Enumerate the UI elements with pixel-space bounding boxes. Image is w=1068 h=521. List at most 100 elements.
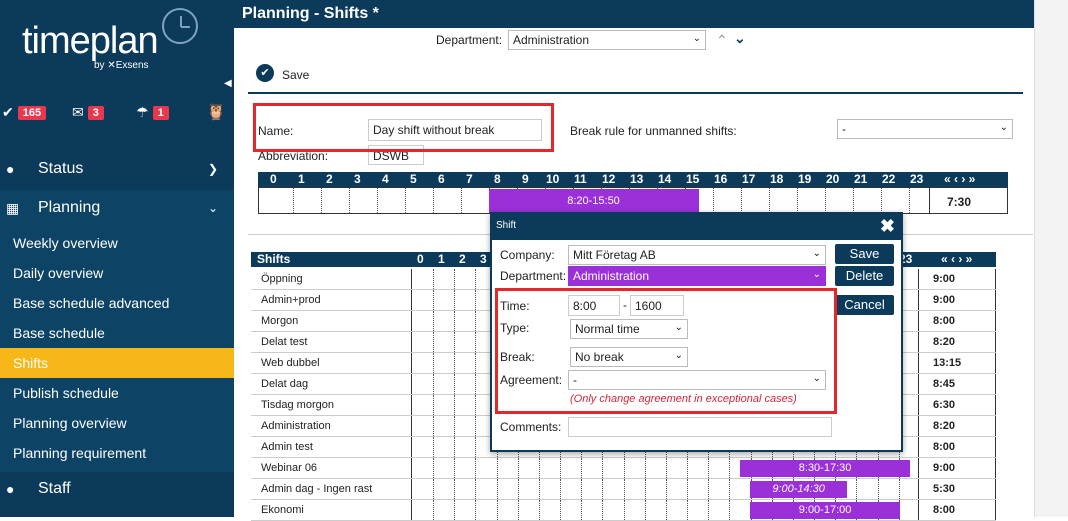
- grid-tick: [602, 500, 604, 520]
- tasks-count: 165: [17, 105, 47, 120]
- grid-tick: [475, 332, 477, 352]
- grid-tick: [475, 374, 477, 394]
- name-highlight: [253, 103, 554, 152]
- shift-total: 6:30: [933, 399, 956, 411]
- sidebar-item-base-schedule[interactable]: Base schedule: [0, 318, 234, 348]
- tasks-badge[interactable]: ✔ 165: [2, 104, 47, 121]
- sidebar-item-publish-schedule[interactable]: Publish schedule: [0, 378, 234, 408]
- table-row[interactable]: Ekonomi 9:00-17:00 8:00: [251, 500, 996, 521]
- timeline-header: 0 1 2 3 4 5 6 7 8 9 10 11 12 13 14 15 16 17 18 19 20 21 22 23 « …: [258, 172, 1008, 187]
- save-link[interactable]: Save: [282, 68, 309, 82]
- grid-tick: [729, 458, 731, 478]
- grid-tick: [475, 416, 477, 436]
- sidebar-status[interactable]: ● Status ❯: [0, 151, 234, 187]
- shift-total: 9:00: [933, 273, 956, 285]
- grid-tick: [433, 500, 435, 520]
- grid-tick: [454, 437, 456, 457]
- messages-badge[interactable]: ✉ 3: [72, 104, 104, 121]
- sidebar-item-planning-requirement[interactable]: Planning requirement: [0, 438, 234, 468]
- break-rule-select[interactable]: - ⌄: [837, 119, 1013, 139]
- sidebar-item-base-schedule-advanced[interactable]: Base schedule advanced: [0, 288, 234, 318]
- grid-tick: [475, 395, 477, 415]
- grid-tick: [433, 311, 435, 331]
- shift-bar[interactable]: 9:00-14:30: [750, 481, 847, 498]
- timeline-hour-label: 17: [742, 172, 756, 186]
- grid-tick: [708, 500, 710, 520]
- sidebar-item-shifts[interactable]: Shifts: [0, 348, 234, 378]
- timeline-tick: [321, 188, 322, 213]
- grid-tick: [517, 500, 519, 520]
- timeline-body[interactable]: 8:20-15:50 7:30: [258, 187, 1008, 214]
- next-department-icon[interactable]: ⌄: [734, 30, 746, 47]
- timeline-nav[interactable]: « ‹ › »: [944, 172, 975, 186]
- owl-icon[interactable]: 🦉: [206, 102, 226, 122]
- sidebar-staff[interactable]: ● Staff: [0, 471, 234, 507]
- collapse-sidebar-icon[interactable]: ◀: [224, 78, 232, 89]
- shift-total: 9:00: [933, 462, 956, 474]
- divider: [248, 92, 1023, 94]
- department-label: Department:: [436, 33, 503, 47]
- shift-grid: 8:30-17:30: [411, 458, 919, 478]
- department-value: Administration: [513, 33, 590, 47]
- grid-tick: [454, 332, 456, 352]
- shift-bar[interactable]: 9:00-17:00: [750, 502, 900, 519]
- shift-name: Tisdag morgon: [261, 399, 334, 411]
- timeline-tick: [797, 188, 798, 213]
- dialog-department-label: Department:: [500, 269, 567, 283]
- grid-tick: [665, 458, 667, 478]
- grid-tick: [560, 458, 562, 478]
- comments-input[interactable]: [568, 417, 832, 437]
- dialog-department-select[interactable]: Administration ⌄: [568, 266, 826, 286]
- grid-tick: [454, 458, 456, 478]
- total-cell: [919, 374, 996, 394]
- timeline-tick: [881, 188, 882, 213]
- grid-tick: [687, 479, 689, 499]
- prev-department-icon[interactable]: ⌃: [716, 32, 728, 49]
- grid-tick: [623, 500, 625, 520]
- timeline-shift-bar[interactable]: 8:20-15:50: [488, 189, 699, 213]
- calendar-icon: ▦: [6, 199, 20, 216]
- shift-bar[interactable]: 8:30-17:30: [739, 460, 911, 477]
- table-row[interactable]: Webinar 06 8:30-17:30 9:00: [251, 458, 996, 479]
- save-check-icon[interactable]: ✔: [256, 64, 274, 82]
- grid-tick: [644, 458, 646, 478]
- sidebar-planning[interactable]: ▦ Planning ⌄: [0, 190, 234, 226]
- company-label: Company:: [500, 248, 555, 262]
- dialog-title: Shift ✖: [492, 214, 901, 240]
- grid-tick: [475, 353, 477, 373]
- company-select[interactable]: Mitt Företag AB ⌄: [568, 245, 826, 265]
- grid-tick: [581, 479, 583, 499]
- dialog-save-button[interactable]: Save: [835, 244, 894, 264]
- shift-name: Admin dag - Ingen rast: [261, 483, 373, 495]
- timeline-hour-label: 15: [686, 172, 700, 186]
- shift-name: Admin+prod: [261, 294, 321, 306]
- sidebar-item-daily-overview[interactable]: Daily overview: [0, 258, 234, 288]
- total-cell: [919, 479, 996, 499]
- comments-label: Comments:: [500, 420, 562, 434]
- shift-name: Delat test: [261, 336, 308, 348]
- timeline-tick: [853, 188, 854, 213]
- grid-tick: [454, 479, 456, 499]
- shifts-nav[interactable]: « ‹ › »: [941, 252, 972, 266]
- logo[interactable]: timeplan by ✕Exsens: [22, 8, 202, 78]
- logo-text: timeplan: [22, 20, 159, 62]
- grid-tick: [475, 458, 477, 478]
- dialog-cancel-button[interactable]: Cancel: [835, 295, 894, 315]
- shift-total: 5:30: [933, 483, 956, 495]
- break-rule-label: Break rule for unmanned shifts:: [570, 124, 737, 138]
- grid-tick: [729, 500, 731, 520]
- table-row[interactable]: Admin dag - Ingen rast 9:00-14:30 5:30: [251, 479, 996, 500]
- department-select[interactable]: Administration ⌄: [508, 30, 706, 50]
- close-icon[interactable]: ✖: [880, 216, 895, 237]
- sidebar-item-planning-overview[interactable]: Planning overview: [0, 408, 234, 438]
- dialog-delete-button[interactable]: Delete: [835, 266, 894, 286]
- shifts-hour-label: 3: [480, 252, 487, 266]
- timeline-total: 7:30: [947, 195, 972, 209]
- sidebar-item-weekly-overview[interactable]: Weekly overview: [0, 228, 234, 258]
- grid-tick: [581, 500, 583, 520]
- timeline-hour-label: 23: [910, 172, 924, 186]
- grid-tick: [687, 500, 689, 520]
- shift-total: 13:15: [933, 357, 962, 369]
- grid-tick: [454, 395, 456, 415]
- absence-badge[interactable]: ☂ 1: [136, 104, 169, 121]
